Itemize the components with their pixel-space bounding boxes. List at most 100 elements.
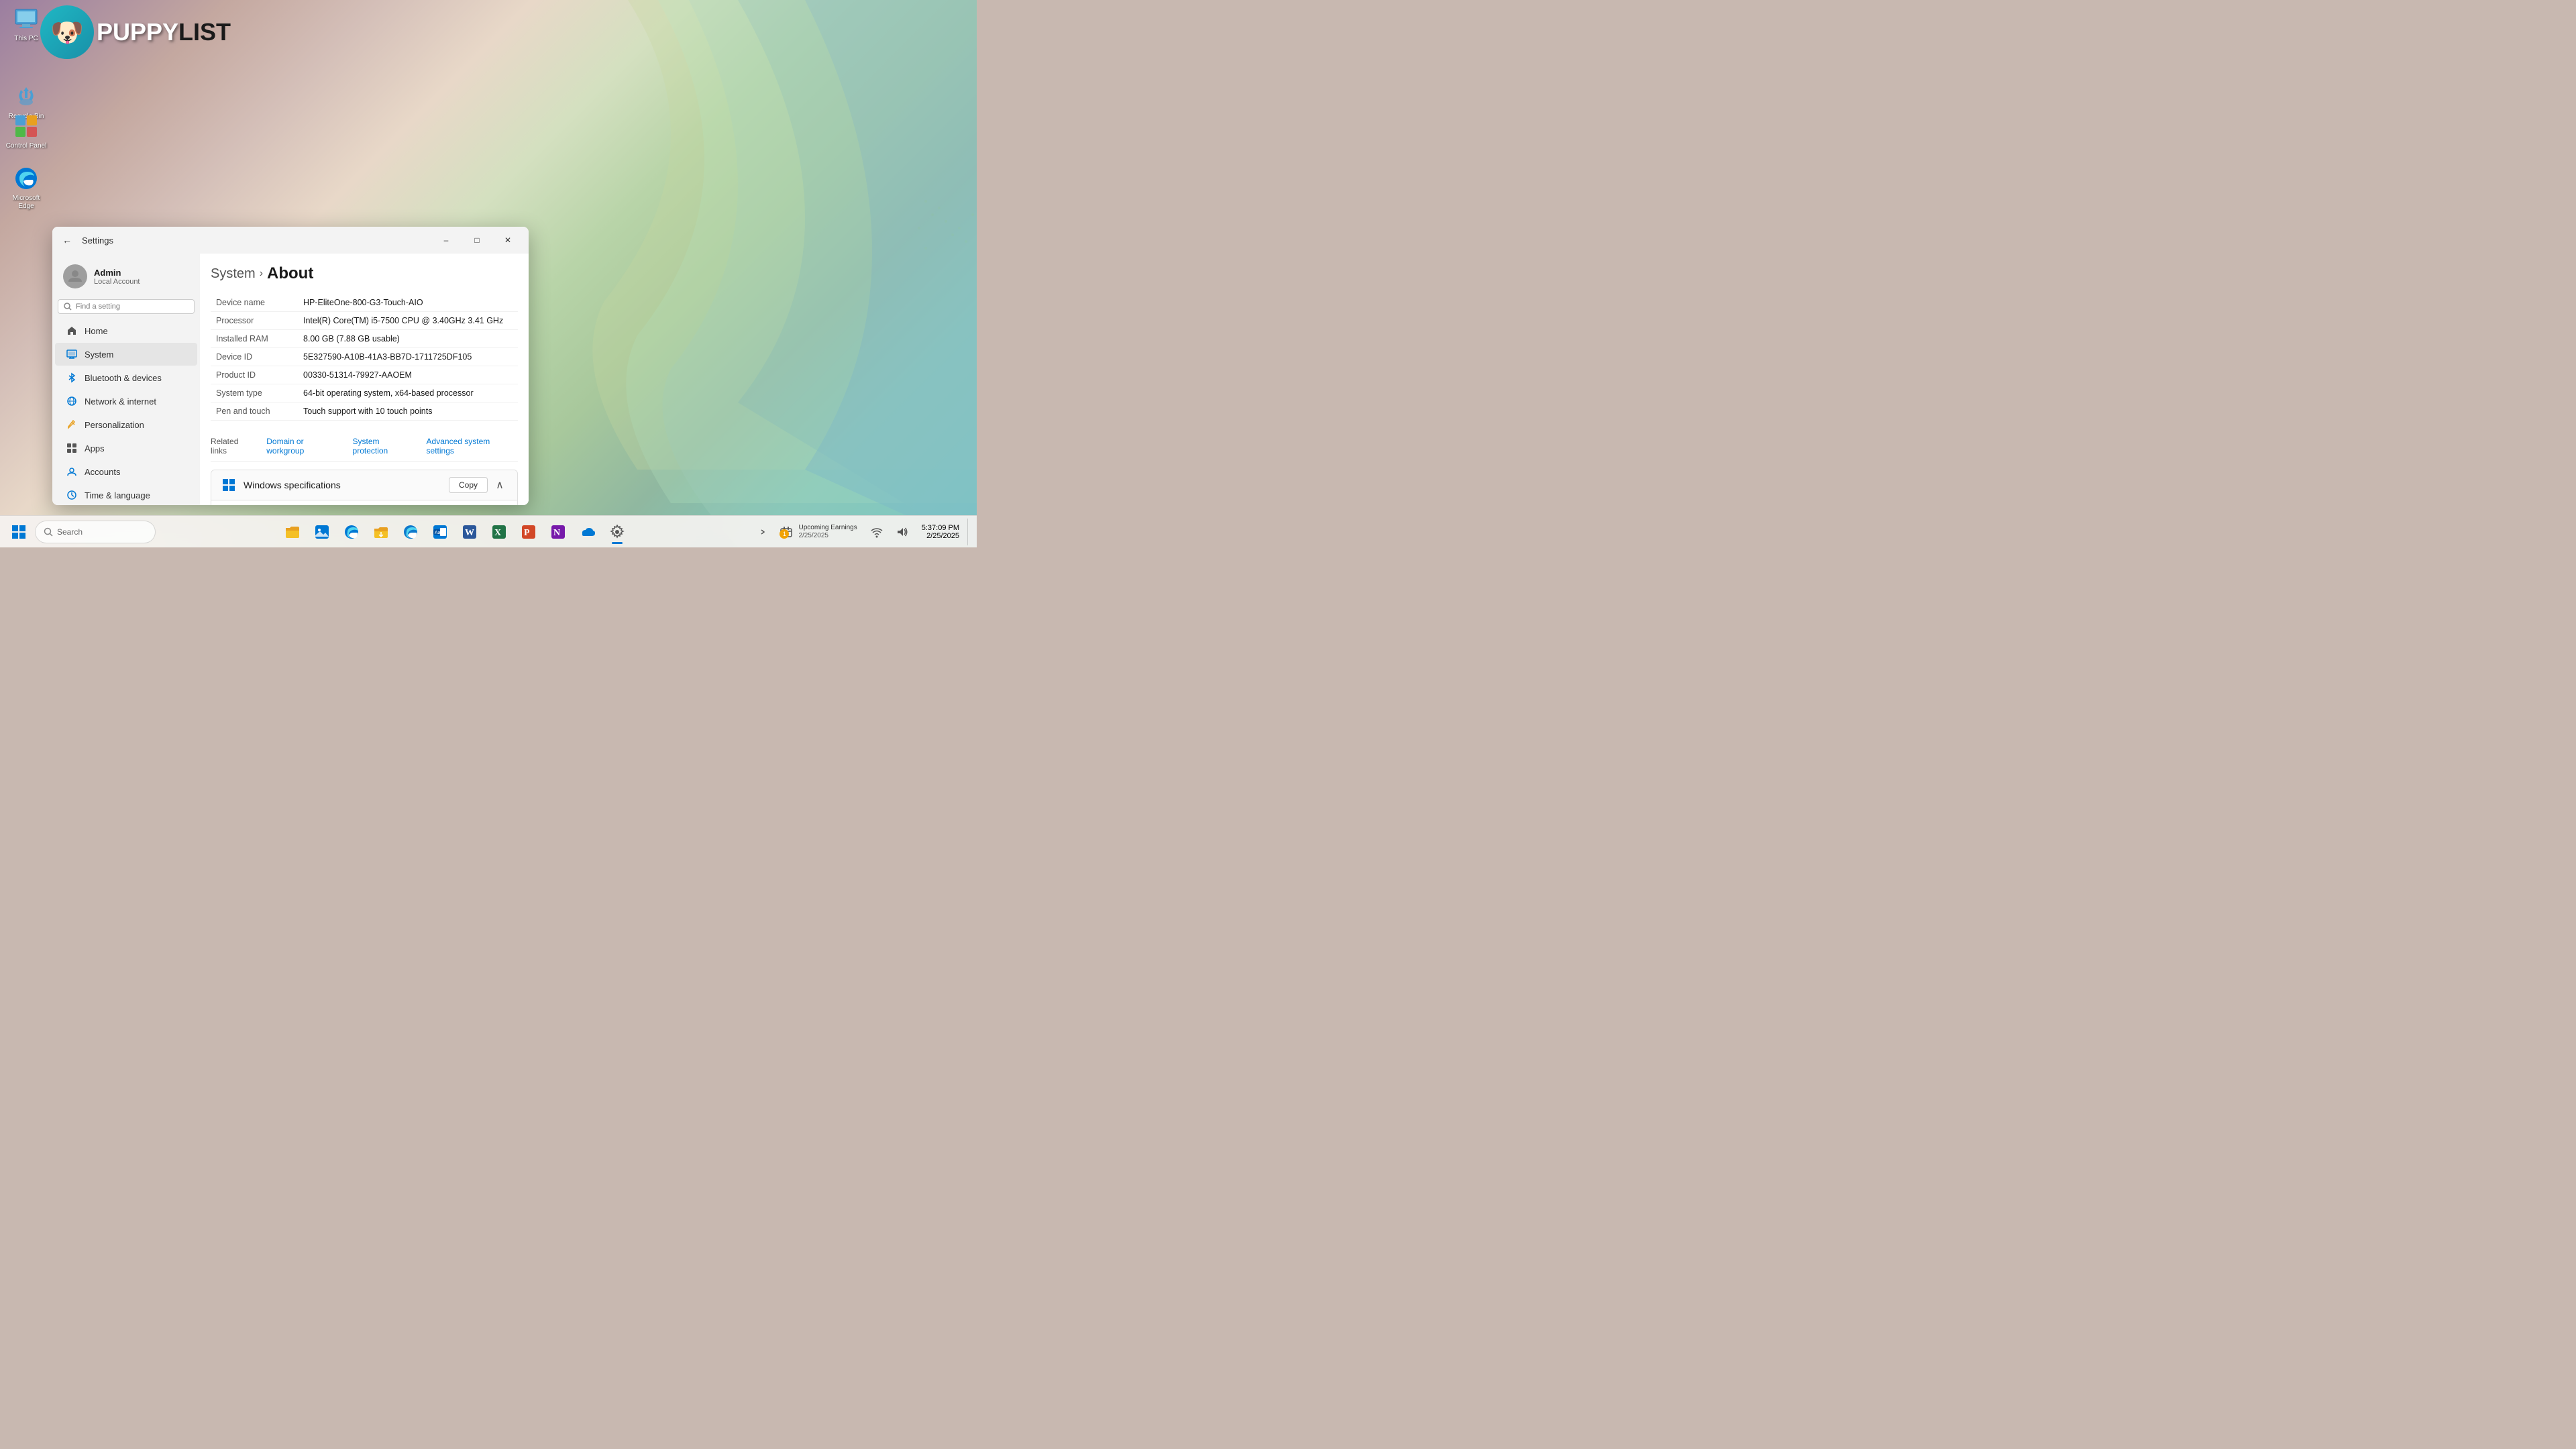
breadcrumb-arrow: › [260,268,263,280]
maximize-button[interactable]: □ [462,229,492,251]
taskbar-app-edge[interactable] [338,519,365,545]
breadcrumb-system[interactable]: System [211,266,256,282]
taskbar: Search [0,515,977,547]
svg-text:P: P [524,528,530,538]
info-value-ram: 8.00 GB (7.88 GB usable) [303,334,513,343]
info-row-deviceid: Device ID 5E327590-A10B-41A3-BB7D-171172… [211,348,518,366]
wifi-tray[interactable] [865,523,888,541]
taskbar-center: Aa W X P [156,519,754,545]
clock-time: 5:37:09 PM [922,524,959,532]
device-info-table: Device name HP-EliteOne-800-G3-Touch-AIO… [211,294,518,421]
time-icon [66,489,78,501]
breadcrumb: System › About [211,264,518,283]
taskbar-search-icon [44,527,53,537]
sidebar-item-accounts[interactable]: Accounts [55,460,197,483]
earnings-badge: 1 [780,529,789,539]
start-button[interactable] [5,519,32,545]
window-controls: – □ ✕ [431,229,523,251]
sidebar-item-time-label: Time & language [85,490,150,500]
svg-text:N: N [553,528,560,538]
earnings-widget[interactable]: 1 Upcoming Earnings 2/25/2025 [774,521,862,542]
desktop-icon-controlpanel[interactable]: Control Panel [3,110,50,153]
info-value-deviceid: 5E327590-A10B-41A3-BB7D-1711725DF105 [303,352,513,362]
info-row-pentouch: Pen and touch Touch support with 10 touc… [211,402,518,421]
sidebar-item-home[interactable]: Home [55,319,197,342]
taskbar-app-outlook[interactable]: Aa [427,519,453,545]
taskbar-search[interactable]: Search [35,521,156,543]
nav-back-button[interactable]: ← [58,231,76,250]
info-label-deviceid: Device ID [216,352,303,362]
windows-specs-icon [221,477,237,493]
taskbar-app-settings[interactable] [604,519,631,545]
svg-text:Aa: Aa [435,531,441,535]
sidebar-item-personalization[interactable]: Personalization [55,413,197,436]
system-icon [66,348,78,360]
volume-tray[interactable] [891,523,914,541]
info-value-systemtype: 64-bit operating system, x64-based proce… [303,388,513,398]
info-row-ram: Installed RAM 8.00 GB (7.88 GB usable) [211,330,518,348]
related-link-protection[interactable]: System protection [353,437,416,455]
close-button[interactable]: ✕ [492,229,523,251]
apps-icon [66,442,78,454]
taskbar-app-powerpoint[interactable]: P [515,519,542,545]
personalization-icon [66,419,78,431]
info-row-devicename: Device name HP-EliteOne-800-G3-Touch-AIO [211,294,518,312]
sidebar-item-accounts-label: Accounts [85,467,120,477]
taskbar-app-downloads[interactable] [368,519,394,545]
windows-specs-section: Windows specifications Copy ∧ Edition Wi… [211,470,518,505]
clock-date: 2/25/2025 [926,532,959,540]
taskbar-app-explorer[interactable] [279,519,306,545]
taskbar-search-label: Search [57,527,83,537]
earnings-label: Upcoming Earnings [798,524,857,532]
avatar [63,264,87,288]
specs-collapse-button[interactable]: ∧ [492,477,508,493]
sidebar-item-system[interactable]: System [55,343,197,366]
bluetooth-icon [66,372,78,384]
related-link-advanced[interactable]: Advanced system settings [427,437,518,455]
info-label-processor: Processor [216,316,303,325]
taskbar-app-edge2[interactable] [397,519,424,545]
desktop-icon-edge-label: Microsoft Edge [5,195,47,211]
window-titlebar: ← Settings – □ ✕ [52,227,529,254]
settings-window: ← Settings – □ ✕ [52,227,529,505]
taskbar-right: 1 Upcoming Earnings 2/25/2025 [754,519,977,545]
taskbar-app-excel[interactable]: X [486,519,513,545]
desktop-icon-edge[interactable]: Microsoft Edge [3,162,50,213]
sidebar-item-time[interactable]: Time & language [55,484,197,505]
related-links: Related links Domain or workgroup System… [211,431,518,462]
copy-button[interactable]: Copy [449,477,488,493]
window-title: Settings [82,235,113,246]
settings-search-icon [64,303,72,311]
info-label-devicename: Device name [216,298,303,307]
sidebar-item-apps-label: Apps [85,443,105,453]
specs-header: Windows specifications Copy ∧ [211,470,517,500]
taskbar-app-photos[interactable] [309,519,335,545]
info-row-systemtype: System type 64-bit operating system, x64… [211,384,518,402]
show-desktop-button[interactable] [967,519,971,545]
info-label-ram: Installed RAM [216,334,303,343]
network-icon [66,395,78,407]
desktop-icon-thispc-label: This PC [14,35,38,43]
desktop-icon-controlpanel-label: Control Panel [6,142,47,150]
sidebar-item-apps[interactable]: Apps [55,437,197,460]
taskbar-app-word[interactable]: W [456,519,483,545]
svg-text:W: W [465,528,474,538]
taskbar-app-onedrive[interactable] [574,519,601,545]
settings-search-input[interactable] [76,303,189,311]
settings-search-box[interactable] [58,299,195,314]
info-label-pentouch: Pen and touch [216,407,303,416]
sidebar-item-bluetooth-label: Bluetooth & devices [85,373,162,383]
puppylist-logo: 🐶 PUPPY LIST [40,5,231,59]
desktop-icon-thispc[interactable]: This PC [3,3,50,46]
sidebar-item-network[interactable]: Network & internet [55,390,197,413]
related-links-label: Related links [211,437,256,455]
sidebar-item-bluetooth[interactable]: Bluetooth & devices [55,366,197,389]
desktop: 🐶 PUPPY LIST This PC Recycl [0,0,977,547]
minimize-button[interactable]: – [431,229,462,251]
related-link-domain[interactable]: Domain or workgroup [266,437,341,455]
system-tray-expand[interactable] [754,526,771,538]
system-clock[interactable]: 5:37:09 PM 2/25/2025 [916,523,965,541]
sidebar-item-system-label: System [85,350,113,360]
taskbar-app-onenote[interactable]: N [545,519,572,545]
earnings-date: 2/25/2025 [798,532,828,539]
